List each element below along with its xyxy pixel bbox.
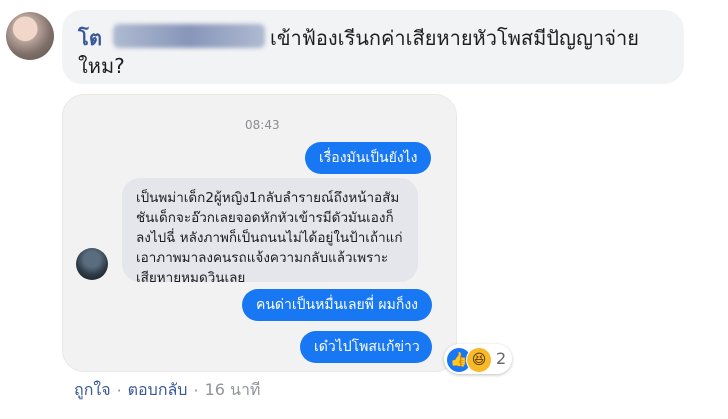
author-name-blur: [113, 24, 265, 48]
separator: ·: [193, 381, 199, 400]
chat-message-sent: เรื่องมันเป็นยังไง: [305, 142, 431, 174]
comment-text-line-1: เข้าฟ้องเรีนกค่าเสียหายหัวโพสมีปัญญาจ่าย: [270, 26, 639, 50]
chat-message-sent: เด๋วไปโพสแก้ข่าว: [300, 331, 432, 363]
chat-message-sent: คนด่าเป็นหมื่นเลยพี่ ผมก็งง: [242, 289, 432, 321]
like-link[interactable]: ถูกใจ: [74, 378, 111, 403]
comment-text-line-2: ใหม?: [78, 54, 125, 78]
chat-message-received: เป็นพม่าเด็ก2ผู้หญิง1กลับลำรายณ์ถึงหน้าอ…: [122, 178, 418, 286]
chat-timestamp: 08:43: [245, 118, 280, 132]
comment-actions: ถูกใจ · ตอบกลับ · 16 นาที: [74, 378, 260, 403]
commenter-avatar[interactable]: [6, 12, 54, 60]
separator: ·: [116, 381, 122, 400]
comment-time[interactable]: 16 นาที: [205, 378, 261, 403]
reply-link[interactable]: ตอบกลับ: [128, 378, 188, 403]
chat-avatar: [76, 248, 108, 280]
reaction-count: 2: [496, 349, 507, 368]
haha-icon: 😆: [466, 347, 492, 373]
reactions-summary[interactable]: 👍 😆 2: [444, 344, 512, 374]
